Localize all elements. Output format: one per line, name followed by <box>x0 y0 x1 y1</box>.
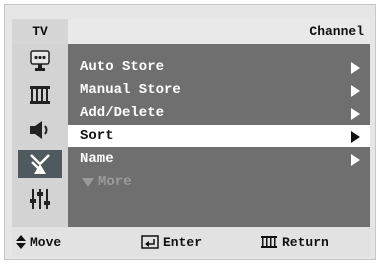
return-hint: Return <box>260 227 329 257</box>
sound-icon[interactable] <box>18 116 62 144</box>
menu-item-add-delete[interactable]: Add/Delete <box>68 102 370 124</box>
enter-key-icon <box>141 235 159 249</box>
more-label: More <box>98 174 132 190</box>
chevron-right-icon <box>351 85 360 97</box>
move-hint: Move <box>16 227 61 257</box>
menu-item-sort[interactable]: Sort <box>68 125 370 147</box>
menu-title: Channel <box>309 24 364 39</box>
osd-menu-window: TV Channel Auto Store Manual Store Add/D… <box>12 19 370 257</box>
chevron-right-icon <box>351 131 360 143</box>
source-label: TV <box>12 19 68 44</box>
chevron-down-icon <box>82 178 94 187</box>
menu-item-label: Sort <box>80 128 114 144</box>
menu-item-more[interactable]: More <box>68 171 370 193</box>
chevron-right-icon <box>351 62 360 74</box>
menu-item-manual-store[interactable]: Manual Store <box>68 79 370 101</box>
title-bar: TV Channel <box>12 19 370 44</box>
return-label: Return <box>282 234 329 250</box>
menu-item-auto-store[interactable]: Auto Store <box>68 56 370 78</box>
enter-label: Enter <box>163 234 203 250</box>
menu-item-label: Add/Delete <box>80 105 165 121</box>
menu-item-label: Auto Store <box>80 59 165 75</box>
menu-item-name[interactable]: Name <box>68 148 370 170</box>
channel-list-icon[interactable] <box>18 81 62 109</box>
menu-item-label: Name <box>80 151 114 167</box>
setup-sliders-icon[interactable] <box>18 185 62 213</box>
antenna-icon[interactable] <box>18 150 62 178</box>
up-down-arrows-icon <box>16 235 26 249</box>
move-label: Move <box>30 234 62 250</box>
channel-menu-list: Auto Store Manual Store Add/Delete Sort … <box>68 44 370 227</box>
return-key-icon <box>261 236 277 248</box>
picture-icon[interactable] <box>18 47 62 75</box>
menu-item-label: Manual Store <box>80 82 181 98</box>
key-hint-bar: Move Enter Return <box>12 227 370 257</box>
menu-category-sidebar <box>12 44 68 227</box>
chevron-right-icon <box>351 108 360 120</box>
enter-hint: Enter <box>141 227 202 257</box>
chevron-right-icon <box>351 154 360 166</box>
